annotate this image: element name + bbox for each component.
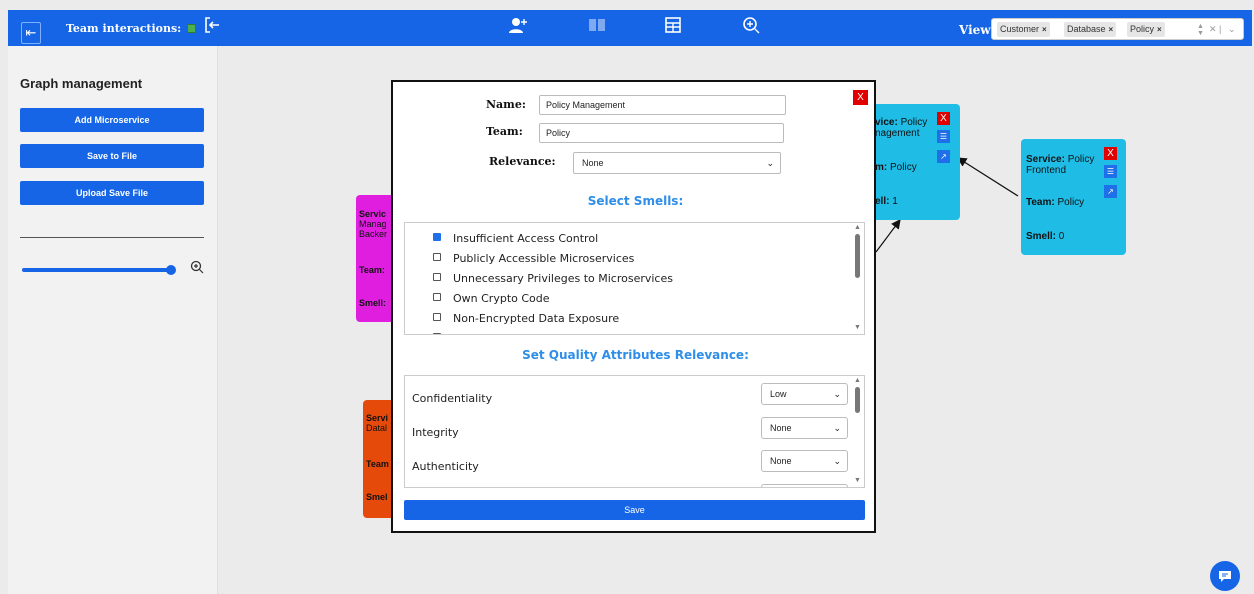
scroll-down-icon[interactable]: ▼: [854, 324, 861, 331]
scroll-up-icon[interactable]: ▲: [854, 377, 861, 384]
node-smell: ell: 1: [875, 196, 898, 207]
chart-icon[interactable]: ↗: [937, 150, 950, 163]
service-name: Policy: [900, 117, 928, 128]
smell-checkbox[interactable]: [433, 253, 441, 261]
edit-microservice-modal: X Name: Policy Management Team: Policy R…: [391, 80, 876, 533]
delete-node-button[interactable]: X: [1104, 147, 1117, 160]
smell-label: Smel: [366, 492, 388, 502]
chevron-down-icon: ⌄: [833, 423, 841, 433]
service-label: Service:: [1026, 154, 1065, 165]
scrollbar-thumb[interactable]: [855, 387, 860, 413]
smell-label: Own Crypto Code: [453, 292, 550, 305]
node-policy-frontend[interactable]: Service: Policy Frontend Team: Policy Sm…: [1021, 139, 1126, 255]
service-name: Manag: [359, 219, 387, 229]
smell-label: Publicly Accessible Microservices: [453, 252, 635, 265]
details-icon[interactable]: ☰: [1104, 165, 1117, 178]
smells-list[interactable]: Insufficient Access Control Publicly Acc…: [404, 222, 865, 335]
qa-relevance-select[interactable]: None ⌄: [761, 417, 848, 439]
qa-label: Integrity: [412, 426, 459, 439]
node-smell: Smell: 0: [1026, 231, 1064, 242]
smell-checkbox[interactable]: [433, 273, 441, 281]
node-team: Team: Policy: [1026, 197, 1084, 208]
chat-icon[interactable]: [1210, 561, 1240, 591]
team-input[interactable]: Policy: [539, 123, 784, 143]
node-service: Servic Manag Backer: [359, 209, 387, 239]
edge-frontend-to-management: [956, 157, 1019, 197]
service-name: Backer: [359, 229, 388, 239]
qa-label: Confidentiality: [412, 392, 493, 405]
chevron-down-icon: ⌄: [766, 158, 774, 168]
chevron-down-icon: ⌄: [833, 389, 841, 399]
service-label: Servic: [359, 209, 387, 219]
smell-value: 0: [1058, 231, 1065, 242]
relevance-select[interactable]: None ⌄: [573, 152, 781, 174]
smell-checkbox[interactable]: [433, 333, 441, 334]
relevance-value: None: [582, 158, 604, 168]
node-smell: Smel: [366, 492, 388, 502]
node-team: m: Policy: [875, 162, 917, 173]
qa-relevance-select[interactable]: None ⌄: [761, 450, 848, 472]
service-name: nagement: [875, 128, 920, 139]
qa-relevance-select[interactable]: Low ⌄: [761, 383, 848, 405]
quality-attributes-heading: Set Quality Attributes Relevance:: [522, 348, 749, 362]
chart-icon[interactable]: ↗: [1104, 185, 1117, 198]
team-label: Team: [366, 459, 389, 469]
qa-value: None: [770, 423, 792, 433]
select-smells-heading: Select Smells:: [587, 194, 684, 208]
edge-backend-to-management: [875, 219, 901, 253]
team-label: Team:: [1026, 197, 1055, 208]
service-name: Datal: [366, 423, 388, 433]
name-input[interactable]: Policy Management: [539, 95, 786, 115]
node-team: Team:: [359, 265, 385, 275]
node-service: vice: Policy nagement: [875, 117, 945, 139]
scroll-down-icon[interactable]: ▼: [854, 477, 861, 484]
save-button[interactable]: Save: [404, 500, 865, 520]
team-label: m:: [875, 162, 888, 173]
qa-value: None: [770, 456, 792, 466]
smell-checkbox[interactable]: [433, 313, 441, 321]
service-label: vice:: [875, 117, 898, 128]
relevance-label: Relevance:: [489, 155, 556, 168]
smell-value: 1: [892, 196, 898, 207]
node-policy-backend[interactable]: Servic Manag Backer Team: Smell:: [356, 195, 396, 322]
node-service: Servi Datal: [366, 413, 388, 433]
details-icon[interactable]: ☰: [937, 130, 950, 143]
quality-attributes-list[interactable]: Confidentiality Low ⌄ Integrity None ⌄ Aut…: [404, 375, 865, 488]
team-label: Team:: [359, 265, 385, 275]
service-label: Servi: [366, 413, 389, 423]
close-modal-button[interactable]: X: [853, 90, 868, 105]
smell-label: Insufficient Access Control: [453, 232, 599, 245]
node-smell: Smell:: [359, 298, 386, 308]
team-value: Policy: [1057, 197, 1085, 208]
node-service: Service: Policy Frontend: [1026, 154, 1104, 176]
qa-label: Authenticity: [412, 460, 479, 473]
chevron-down-icon: ⌄: [833, 456, 841, 466]
scrollbar-thumb[interactable]: [855, 234, 860, 278]
team-label: Team:: [486, 125, 523, 138]
delete-node-button[interactable]: X: [937, 112, 950, 125]
node-team: Team: [366, 459, 389, 469]
scroll-up-icon[interactable]: ▲: [854, 224, 861, 231]
smell-checkbox[interactable]: [433, 233, 441, 241]
qa-relevance-select[interactable]: [761, 484, 848, 487]
team-value: Policy: [890, 162, 917, 173]
qa-value: Low: [770, 389, 787, 399]
smell-checkbox[interactable]: [433, 293, 441, 301]
smell-label: Smell:: [1026, 231, 1057, 242]
smell-label: Non-Encrypted Data Exposure: [453, 312, 620, 325]
smell-label: Unnecessary Privileges to Microservices: [453, 272, 673, 285]
name-label: Name:: [486, 98, 526, 111]
smell-label: Smell:: [359, 298, 387, 308]
